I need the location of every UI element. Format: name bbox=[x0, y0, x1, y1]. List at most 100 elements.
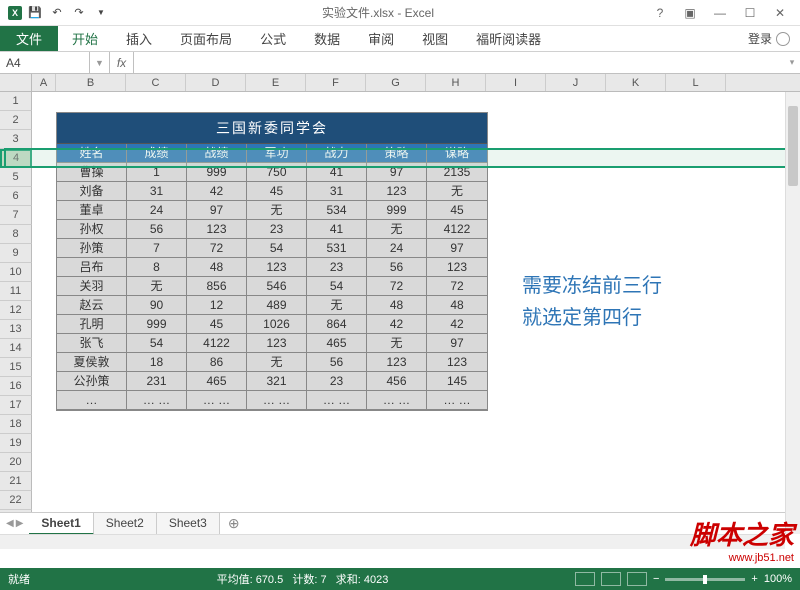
table-cell[interactable]: 48 bbox=[187, 258, 247, 277]
table-cell[interactable]: 999 bbox=[187, 163, 247, 182]
tab-插入[interactable]: 插入 bbox=[112, 26, 166, 51]
row-header-3[interactable]: 3 bbox=[0, 130, 32, 149]
table-cell[interactable]: 42 bbox=[427, 315, 487, 334]
ribbon-display-icon[interactable]: ▣ bbox=[676, 2, 704, 24]
redo-icon[interactable]: ↷ bbox=[70, 4, 88, 22]
col-header-L[interactable]: L bbox=[666, 74, 726, 91]
row-header-21[interactable]: 21 bbox=[0, 472, 32, 491]
add-sheet-icon[interactable]: ⊕ bbox=[220, 515, 248, 532]
cell-grid[interactable]: 三国新委同学会 姓名成绩战绩军功战力策略谋略曹操199975041972135刘… bbox=[32, 92, 785, 534]
table-cell[interactable]: 无 bbox=[427, 182, 487, 201]
fx-icon[interactable]: fx bbox=[110, 52, 134, 73]
table-cell[interactable]: 489 bbox=[247, 296, 307, 315]
table-cell[interactable]: … … bbox=[427, 391, 487, 410]
table-cell[interactable]: 534 bbox=[307, 201, 367, 220]
table-cell[interactable]: 孔明 bbox=[57, 315, 127, 334]
table-cell[interactable]: 465 bbox=[307, 334, 367, 353]
table-cell[interactable]: 1026 bbox=[247, 315, 307, 334]
table-cell[interactable]: 999 bbox=[127, 315, 187, 334]
table-cell[interactable]: 231 bbox=[127, 372, 187, 391]
tab-数据[interactable]: 数据 bbox=[300, 26, 354, 51]
table-cell[interactable]: 864 bbox=[307, 315, 367, 334]
table-cell[interactable]: 145 bbox=[427, 372, 487, 391]
table-cell[interactable]: 42 bbox=[187, 182, 247, 201]
table-cell[interactable]: 7 bbox=[127, 239, 187, 258]
tab-开始[interactable]: 开始 bbox=[58, 26, 112, 51]
table-cell[interactable]: 90 bbox=[127, 296, 187, 315]
row-header-9[interactable]: 9 bbox=[0, 244, 32, 263]
row-header-4[interactable]: 4 bbox=[0, 149, 32, 168]
select-all-corner[interactable] bbox=[0, 74, 32, 91]
table-cell[interactable]: … bbox=[57, 391, 127, 410]
table-cell[interactable]: 123 bbox=[427, 353, 487, 372]
vertical-scrollbar[interactable] bbox=[785, 92, 800, 534]
table-cell[interactable]: 465 bbox=[187, 372, 247, 391]
col-header-A[interactable]: A bbox=[32, 74, 56, 91]
table-cell[interactable]: 72 bbox=[187, 239, 247, 258]
sheet-nav-last-icon[interactable]: ▶ bbox=[16, 518, 24, 529]
sheet-tab-Sheet2[interactable]: Sheet2 bbox=[94, 513, 157, 535]
row-header-13[interactable]: 13 bbox=[0, 320, 32, 339]
tab-视图[interactable]: 视图 bbox=[408, 26, 462, 51]
table-cell[interactable]: 123 bbox=[367, 353, 427, 372]
formula-input[interactable] bbox=[134, 52, 784, 73]
tab-审阅[interactable]: 审阅 bbox=[354, 26, 408, 51]
table-cell[interactable]: 无 bbox=[367, 334, 427, 353]
table-cell[interactable]: 97 bbox=[427, 334, 487, 353]
table-cell[interactable]: 孙策 bbox=[57, 239, 127, 258]
table-cell[interactable]: 45 bbox=[427, 201, 487, 220]
user-avatar-icon[interactable] bbox=[776, 32, 790, 46]
table-cell[interactable]: … … bbox=[127, 391, 187, 410]
zoom-out-icon[interactable]: − bbox=[653, 573, 659, 585]
view-layout-icon[interactable] bbox=[601, 572, 621, 586]
table-cell[interactable]: 56 bbox=[127, 220, 187, 239]
table-cell[interactable]: 23 bbox=[307, 372, 367, 391]
table-cell[interactable]: 54 bbox=[127, 334, 187, 353]
table-cell[interactable]: 123 bbox=[367, 182, 427, 201]
table-cell[interactable]: 1 bbox=[127, 163, 187, 182]
table-cell[interactable]: 4122 bbox=[187, 334, 247, 353]
table-cell[interactable]: 97 bbox=[367, 163, 427, 182]
table-cell[interactable]: 54 bbox=[247, 239, 307, 258]
row-header-19[interactable]: 19 bbox=[0, 434, 32, 453]
table-cell[interactable]: 456 bbox=[367, 372, 427, 391]
table-cell[interactable]: 无 bbox=[307, 296, 367, 315]
table-cell[interactable]: 孙权 bbox=[57, 220, 127, 239]
zoom-in-icon[interactable]: + bbox=[751, 573, 757, 585]
table-cell[interactable]: 123 bbox=[187, 220, 247, 239]
row-header-1[interactable]: 1 bbox=[0, 92, 32, 111]
table-cell[interactable]: 刘备 bbox=[57, 182, 127, 201]
minimize-icon[interactable]: — bbox=[706, 2, 734, 24]
sheet-tab-Sheet3[interactable]: Sheet3 bbox=[157, 513, 220, 535]
undo-icon[interactable]: ↶ bbox=[48, 4, 66, 22]
horizontal-scrollbar[interactable] bbox=[0, 534, 785, 549]
table-cell[interactable]: 24 bbox=[127, 201, 187, 220]
row-header-12[interactable]: 12 bbox=[0, 301, 32, 320]
table-cell[interactable]: 123 bbox=[247, 258, 307, 277]
view-normal-icon[interactable] bbox=[575, 572, 595, 586]
table-cell[interactable]: 赵云 bbox=[57, 296, 127, 315]
table-cell[interactable]: 48 bbox=[367, 296, 427, 315]
table-cell[interactable]: 72 bbox=[427, 277, 487, 296]
table-cell[interactable]: 8 bbox=[127, 258, 187, 277]
col-header-D[interactable]: D bbox=[186, 74, 246, 91]
table-cell[interactable]: 45 bbox=[247, 182, 307, 201]
table-cell[interactable]: 12 bbox=[187, 296, 247, 315]
name-box[interactable]: A4 bbox=[0, 52, 90, 73]
table-cell[interactable]: 42 bbox=[367, 315, 427, 334]
view-break-icon[interactable] bbox=[627, 572, 647, 586]
table-cell[interactable]: 72 bbox=[367, 277, 427, 296]
table-cell[interactable]: 54 bbox=[307, 277, 367, 296]
col-header-E[interactable]: E bbox=[246, 74, 306, 91]
formula-expand-icon[interactable]: ▾ bbox=[784, 52, 800, 73]
table-cell[interactable]: 123 bbox=[427, 258, 487, 277]
row-header-5[interactable]: 5 bbox=[0, 168, 32, 187]
col-header-F[interactable]: F bbox=[306, 74, 366, 91]
table-cell[interactable]: 56 bbox=[307, 353, 367, 372]
table-cell[interactable]: 无 bbox=[367, 220, 427, 239]
table-cell[interactable]: 531 bbox=[307, 239, 367, 258]
table-cell[interactable]: 24 bbox=[367, 239, 427, 258]
zoom-slider[interactable] bbox=[665, 578, 745, 581]
tab-公式[interactable]: 公式 bbox=[246, 26, 300, 51]
login-link[interactable]: 登录 bbox=[748, 30, 772, 47]
